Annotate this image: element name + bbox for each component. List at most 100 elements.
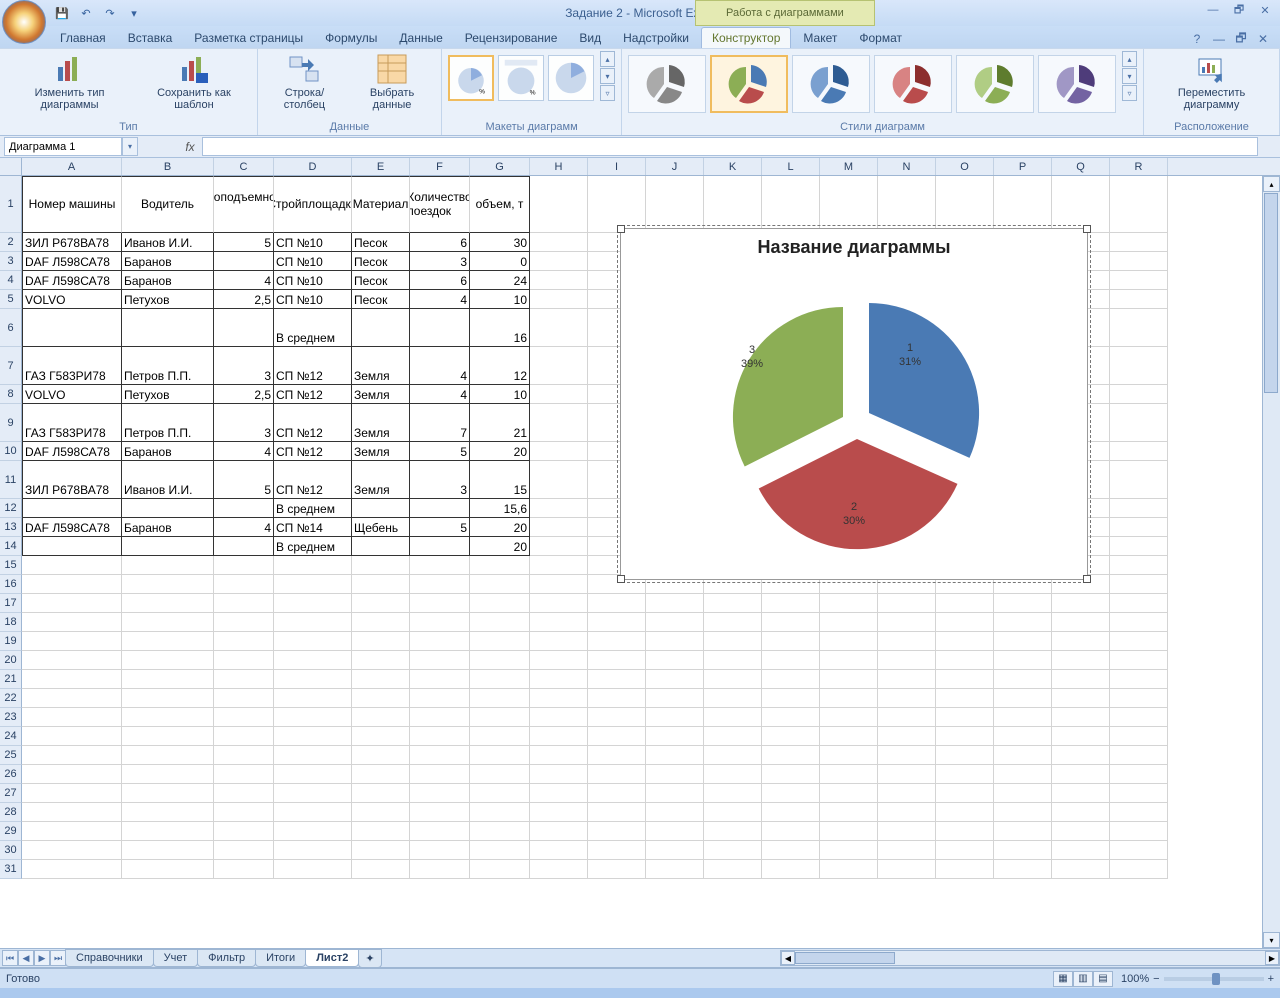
cell[interactable]: [994, 822, 1052, 841]
cell[interactable]: [352, 765, 410, 784]
cell[interactable]: [820, 746, 878, 765]
cell[interactable]: [352, 784, 410, 803]
cell[interactable]: ЗИЛ Р678ВА78: [22, 233, 122, 252]
cell[interactable]: [274, 784, 352, 803]
col-header[interactable]: N: [878, 158, 936, 175]
cell[interactable]: [410, 632, 470, 651]
save-icon[interactable]: 💾: [52, 3, 72, 23]
cell[interactable]: DAF Л598СА78: [22, 271, 122, 290]
cell[interactable]: [214, 309, 274, 347]
cell[interactable]: [22, 537, 122, 556]
cell[interactable]: [122, 689, 214, 708]
save-template-button[interactable]: Сохранить как шаблон: [137, 51, 251, 113]
cell[interactable]: [1110, 670, 1168, 689]
cell[interactable]: [1110, 708, 1168, 727]
cell[interactable]: [704, 860, 762, 879]
scroll-left-icon[interactable]: ◀: [781, 951, 795, 965]
cell[interactable]: [820, 708, 878, 727]
cell[interactable]: [1110, 727, 1168, 746]
cell[interactable]: [936, 613, 994, 632]
cell[interactable]: СП №10: [274, 252, 352, 271]
cell[interactable]: 3: [410, 461, 470, 499]
cell[interactable]: ГАЗ Г583РИ78: [22, 347, 122, 385]
cell[interactable]: [274, 841, 352, 860]
cell[interactable]: [410, 613, 470, 632]
cell[interactable]: [122, 632, 214, 651]
cell[interactable]: [820, 689, 878, 708]
row-header[interactable]: 20: [0, 651, 22, 670]
cell[interactable]: 24: [470, 271, 530, 290]
cell[interactable]: [820, 632, 878, 651]
cell[interactable]: 7: [410, 404, 470, 442]
cell[interactable]: 5: [214, 233, 274, 252]
cell[interactable]: [22, 670, 122, 689]
cell[interactable]: [588, 841, 646, 860]
tab-insert[interactable]: Вставка: [118, 28, 183, 48]
cell[interactable]: [646, 727, 704, 746]
cell[interactable]: [352, 499, 410, 518]
cell[interactable]: [878, 765, 936, 784]
cell[interactable]: [588, 708, 646, 727]
cell[interactable]: [588, 746, 646, 765]
chart-style-5[interactable]: [956, 55, 1034, 113]
cell[interactable]: [530, 518, 588, 537]
row-header[interactable]: 16: [0, 575, 22, 594]
cell[interactable]: 16: [470, 309, 530, 347]
cell[interactable]: Петухов: [122, 290, 214, 309]
restore-window-icon[interactable]: 🗗: [1232, 30, 1250, 48]
cell[interactable]: [470, 708, 530, 727]
row-header[interactable]: 14: [0, 537, 22, 556]
cell[interactable]: 2,5: [214, 385, 274, 404]
cell[interactable]: [122, 651, 214, 670]
chart-layout-3[interactable]: [548, 55, 594, 101]
cell[interactable]: [22, 594, 122, 613]
cell[interactable]: Баранов: [122, 518, 214, 537]
row-header[interactable]: 6: [0, 309, 22, 347]
cell[interactable]: [646, 594, 704, 613]
cell[interactable]: [214, 499, 274, 518]
cell[interactable]: [274, 746, 352, 765]
chart-style-6[interactable]: [1038, 55, 1116, 113]
row-header[interactable]: 26: [0, 765, 22, 784]
cell[interactable]: [122, 822, 214, 841]
cell[interactable]: [410, 765, 470, 784]
cell[interactable]: [820, 613, 878, 632]
cell[interactable]: [214, 727, 274, 746]
cell[interactable]: [214, 803, 274, 822]
cell[interactable]: [762, 594, 820, 613]
tab-design[interactable]: Конструктор: [701, 27, 791, 48]
cell[interactable]: [274, 860, 352, 879]
close-icon[interactable]: ✕: [1254, 2, 1276, 18]
cell[interactable]: Земля: [352, 442, 410, 461]
cell[interactable]: [122, 765, 214, 784]
cell[interactable]: [994, 860, 1052, 879]
cell[interactable]: [994, 651, 1052, 670]
cell[interactable]: [704, 632, 762, 651]
cell[interactable]: [22, 632, 122, 651]
cell[interactable]: [470, 556, 530, 575]
chart-style-2[interactable]: [710, 55, 788, 113]
office-button[interactable]: [2, 0, 46, 44]
tab-review[interactable]: Рецензирование: [455, 28, 568, 48]
cell[interactable]: [274, 708, 352, 727]
cell[interactable]: [352, 708, 410, 727]
cell[interactable]: 3: [214, 347, 274, 385]
cell[interactable]: [274, 651, 352, 670]
cell[interactable]: Стройплощадка: [274, 176, 352, 233]
cell[interactable]: 15,6: [470, 499, 530, 518]
row-header[interactable]: 13: [0, 518, 22, 537]
cell[interactable]: [1110, 290, 1168, 309]
cell[interactable]: [646, 860, 704, 879]
resize-handle[interactable]: [1083, 225, 1091, 233]
cell[interactable]: [274, 594, 352, 613]
cell[interactable]: СП №12: [274, 461, 352, 499]
cell[interactable]: [470, 651, 530, 670]
cell[interactable]: [410, 594, 470, 613]
cell[interactable]: [704, 670, 762, 689]
cell[interactable]: DAF Л598СА78: [22, 518, 122, 537]
cell[interactable]: [588, 632, 646, 651]
cell[interactable]: Баранов: [122, 271, 214, 290]
cell[interactable]: [878, 176, 936, 233]
cell[interactable]: [820, 594, 878, 613]
cell[interactable]: [820, 784, 878, 803]
